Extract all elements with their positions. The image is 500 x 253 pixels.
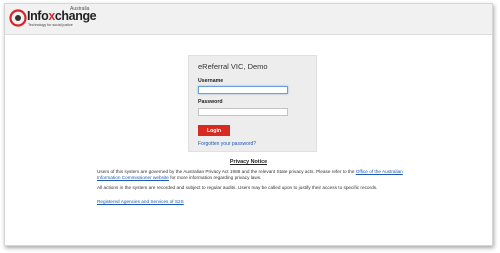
privacy-paragraph-1: Users of this system are governed by the… xyxy=(97,169,417,181)
username-label: Username xyxy=(198,78,224,84)
browser-page: Infoxchange Australia Technology for soc… xyxy=(4,3,493,246)
privacy-paragraph-2: All actions in the system are recorded a… xyxy=(97,185,378,190)
login-panel: eReferral VIC, Demo Username Password Lo… xyxy=(188,55,317,152)
username-input[interactable] xyxy=(198,86,288,94)
site-header: Infoxchange Australia Technology for soc… xyxy=(5,4,492,35)
login-title: eReferral VIC, Demo xyxy=(198,62,268,71)
password-label: Password xyxy=(198,99,223,105)
password-input[interactable] xyxy=(198,108,288,116)
logo-tagline: Technology for social justice xyxy=(28,23,73,27)
forgot-password-link[interactable]: Forgotten your password? xyxy=(198,141,256,147)
privacy-paragraph-1-tail: for more information regarding privacy l… xyxy=(170,174,262,180)
privacy-notice-title: Privacy Notice xyxy=(229,159,268,165)
privacy-paragraph-1-text: Users of this system are governed by the… xyxy=(97,169,355,174)
login-button[interactable]: Login xyxy=(198,125,230,136)
logo-country: Australia xyxy=(70,6,90,12)
infoxchange-logo[interactable]: Infoxchange Australia Technology for soc… xyxy=(9,6,99,33)
infoxchange-mark-icon xyxy=(9,9,27,27)
registered-agencies-link[interactable]: Registered Agencies and Services of S2S xyxy=(97,199,184,204)
